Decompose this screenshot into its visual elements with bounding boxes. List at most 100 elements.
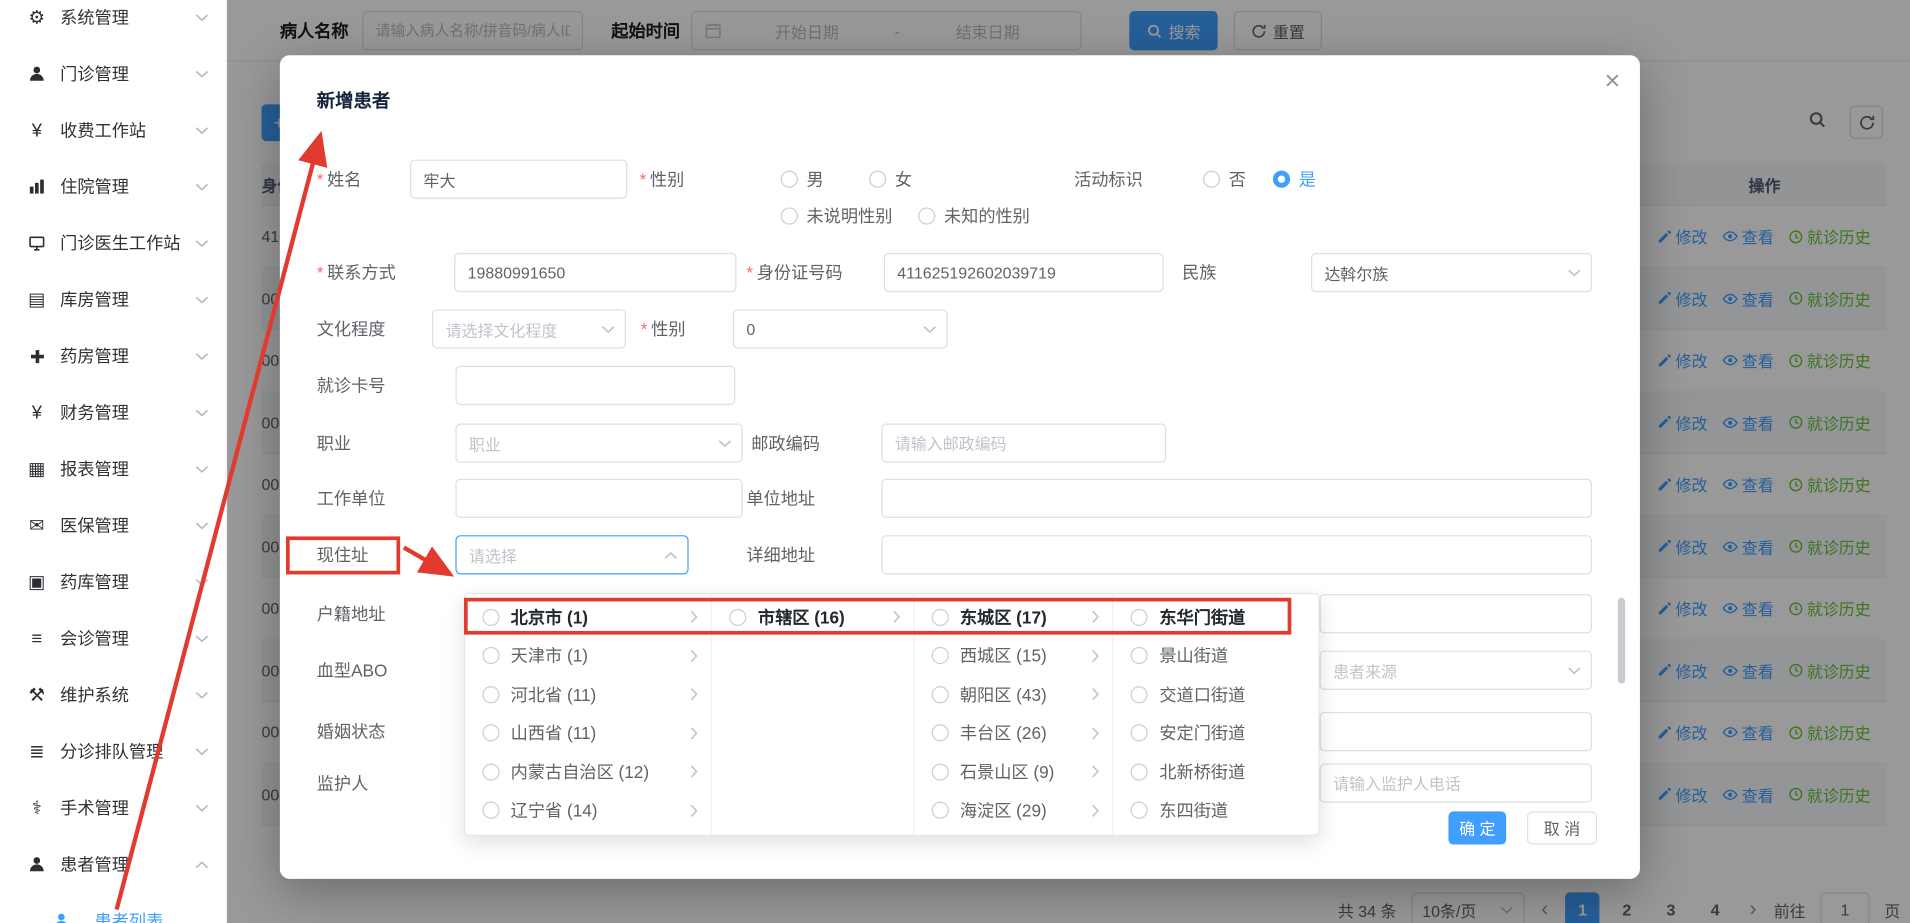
- radio-icon[interactable]: [482, 802, 499, 819]
- sidebar-item-0[interactable]: ⚙系统管理: [0, 0, 226, 45]
- radio-icon[interactable]: [1131, 609, 1148, 626]
- cascader-option[interactable]: 山西省 (11): [465, 714, 711, 753]
- occupation-select[interactable]: 职业: [455, 423, 742, 462]
- mail-icon: ✉: [25, 514, 50, 536]
- patient-source-select[interactable]: 患者来源: [1320, 651, 1593, 690]
- cascader-option[interactable]: 景山街道: [1114, 636, 1318, 675]
- chevron-up-icon: [195, 860, 209, 869]
- radio-icon[interactable]: [482, 686, 499, 703]
- cascader-column-1: 市辖区 (16): [712, 594, 914, 835]
- radio-icon[interactable]: [932, 647, 949, 664]
- radio-icon[interactable]: [932, 802, 949, 819]
- cascader-option[interactable]: 东四街道: [1114, 791, 1318, 830]
- radio-gender-female[interactable]: 女: [869, 160, 912, 199]
- cascader-option[interactable]: 天津市 (1): [465, 636, 711, 675]
- cascader-option[interactable]: 海淀区 (29): [914, 791, 1112, 830]
- scrollbar-thumb[interactable]: [1618, 598, 1625, 684]
- cascader-option[interactable]: 安定门街道: [1114, 714, 1318, 753]
- sidebar-item-4[interactable]: 门诊医生工作站: [0, 215, 226, 271]
- sidebar-item-1[interactable]: 门诊管理: [0, 45, 226, 101]
- cascader-option[interactable]: 内蒙古自治区 (12): [465, 752, 711, 791]
- cascader-option[interactable]: 东城区 (17): [914, 598, 1112, 637]
- cascader-option[interactable]: 朝阳区 (43): [914, 675, 1112, 714]
- radio-icon: [1203, 171, 1220, 188]
- sidebar-item-6[interactable]: 药房管理: [0, 328, 226, 384]
- radio-activity-no[interactable]: 否: [1203, 160, 1246, 199]
- household-address-input[interactable]: [1320, 594, 1593, 633]
- unit-address-input[interactable]: [881, 479, 1592, 518]
- visit-card-input[interactable]: [455, 366, 735, 405]
- cascader-option[interactable]: 石景山区 (9): [914, 752, 1112, 791]
- cascader-option[interactable]: 丰台区 (26): [914, 714, 1112, 753]
- radio-icon[interactable]: [1131, 763, 1148, 780]
- ethnicity-select[interactable]: 达斡尔族: [1311, 253, 1592, 292]
- education-select[interactable]: 请选择文化程度: [432, 309, 626, 348]
- sidebar-item-8[interactable]: ▦报表管理: [0, 441, 226, 497]
- sidebar-item-3[interactable]: 住院管理: [0, 158, 226, 214]
- sidebar-item-patient-list[interactable]: 患者列表: [0, 892, 226, 923]
- chevron-down-icon: [195, 634, 209, 643]
- sidebar-item-15[interactable]: 患者管理: [0, 836, 226, 892]
- radio-icon[interactable]: [482, 647, 499, 664]
- gear-icon: ⚙: [25, 6, 50, 28]
- sidebar-item-7[interactable]: ¥财务管理: [0, 384, 226, 440]
- name-input[interactable]: [410, 160, 627, 199]
- radio-icon: [918, 207, 935, 224]
- sidebar-item-11[interactable]: ≡会诊管理: [0, 610, 226, 666]
- radio-icon[interactable]: [730, 609, 747, 626]
- guardian-phone-input[interactable]: [1320, 764, 1593, 803]
- radio-icon[interactable]: [482, 725, 499, 742]
- cascader-option[interactable]: 市辖区 (16): [712, 598, 913, 637]
- id-number-input[interactable]: [884, 253, 1164, 292]
- radio-icon[interactable]: [932, 763, 949, 780]
- detail-address-input[interactable]: [881, 535, 1592, 574]
- chevron-down-icon: [195, 182, 209, 191]
- radio-icon[interactable]: [482, 763, 499, 780]
- field-label-activity: 活动标识: [1074, 160, 1143, 199]
- contact-input[interactable]: [454, 253, 736, 292]
- sidebar-item-14[interactable]: ⚕手术管理: [0, 779, 226, 835]
- gender2-select[interactable]: 0: [733, 309, 948, 348]
- radio-icon[interactable]: [932, 609, 949, 626]
- cascader-option[interactable]: 北京市 (1): [465, 598, 711, 637]
- confirm-button[interactable]: 确 定: [1448, 811, 1506, 844]
- yen-icon: ¥: [25, 402, 50, 423]
- postal-code-input[interactable]: [881, 423, 1166, 462]
- radio-icon[interactable]: [482, 609, 499, 626]
- work-unit-input[interactable]: [455, 479, 742, 518]
- radio-icon[interactable]: [1131, 647, 1148, 664]
- field-label-blood-type: 血型ABO: [317, 651, 388, 690]
- close-icon[interactable]: ×: [1605, 65, 1621, 97]
- sidebar-item-12[interactable]: ⚒维护系统: [0, 667, 226, 723]
- chevron-down-icon: [718, 439, 732, 448]
- doc-icon: ▤: [25, 288, 50, 310]
- marital-right-input[interactable]: [1320, 712, 1593, 751]
- current-address-select[interactable]: 请选择: [455, 535, 688, 574]
- cascader-option[interactable]: 辽宁省 (14): [465, 791, 711, 830]
- cascader-option[interactable]: 交道口街道: [1114, 675, 1318, 714]
- cascader-option[interactable]: 西城区 (15): [914, 636, 1112, 675]
- cascader-column-3: 东华门街道景山街道交道口街道安定门街道北新桥街道东四街道: [1114, 594, 1318, 835]
- cascader-option[interactable]: 北新桥街道: [1114, 752, 1318, 791]
- cascader-option[interactable]: 东华门街道: [1114, 598, 1318, 637]
- radio-icon[interactable]: [932, 725, 949, 742]
- chevron-down-icon: [195, 803, 209, 812]
- radio-activity-yes[interactable]: 是: [1273, 160, 1316, 199]
- sidebar-item-10[interactable]: ▣药库管理: [0, 554, 226, 610]
- radio-gender-male[interactable]: 男: [781, 160, 824, 199]
- cancel-button[interactable]: 取 消: [1527, 811, 1597, 844]
- radio-icon[interactable]: [1131, 802, 1148, 819]
- sidebar-item-13[interactable]: ≣分诊排队管理: [0, 723, 226, 779]
- radio-icon[interactable]: [932, 686, 949, 703]
- radio-gender-unstated[interactable]: 未说明性别: [781, 196, 893, 235]
- radio-icon[interactable]: [1131, 686, 1148, 703]
- sidebar-item-2[interactable]: ¥收费工作站: [0, 102, 226, 158]
- sidebar-item-9[interactable]: ✉医保管理: [0, 497, 226, 553]
- chevron-down-icon: [195, 408, 209, 417]
- radio-gender-unknown[interactable]: 未知的性别: [918, 196, 1030, 235]
- field-label-contact: *联系方式: [317, 253, 396, 292]
- sidebar-item-5[interactable]: ▤库房管理: [0, 271, 226, 327]
- field-label-work-unit: 工作单位: [317, 479, 386, 518]
- cascader-option[interactable]: 河北省 (11): [465, 675, 711, 714]
- radio-icon[interactable]: [1131, 725, 1148, 742]
